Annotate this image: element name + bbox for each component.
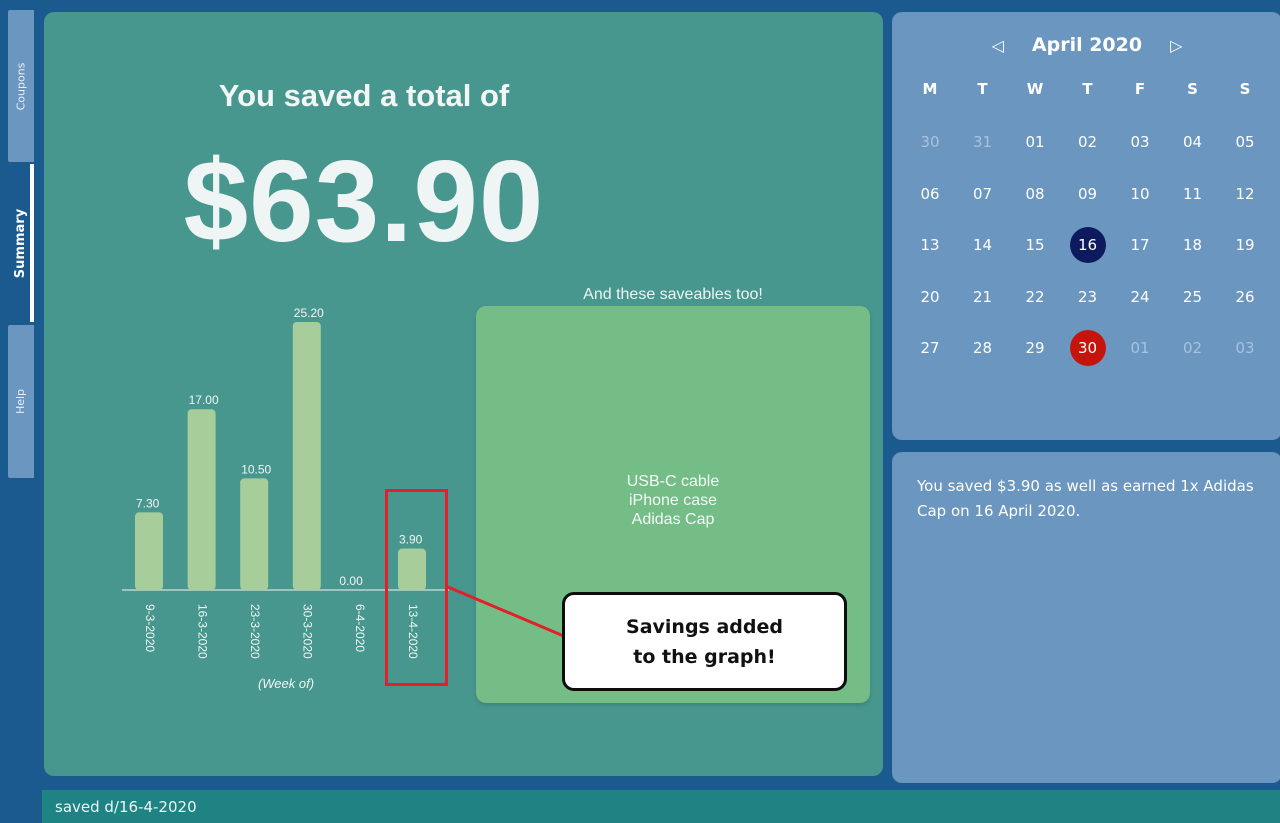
chart-value-label: 7.30	[136, 496, 160, 510]
details-panel: You saved $3.90 as well as earned 1x Adi…	[892, 452, 1280, 783]
calendar-day[interactable]: 07	[965, 176, 1001, 212]
calendar-day[interactable]: 03	[1227, 330, 1263, 366]
calendar-day[interactable]: 01	[1017, 124, 1053, 160]
calendar-day[interactable]: 06	[912, 176, 948, 212]
calendar-day[interactable]: 30	[1069, 330, 1106, 366]
weekday-label: F	[1134, 80, 1146, 98]
calendar-day[interactable]: 22	[1017, 279, 1053, 315]
calendar-day[interactable]: 25	[1175, 279, 1211, 315]
calendar-day[interactable]: 19	[1227, 227, 1263, 263]
calendar-day[interactable]: 18	[1175, 227, 1211, 263]
calendar-day[interactable]: 27	[912, 330, 948, 366]
calendar-day[interactable]: 12	[1227, 176, 1263, 212]
chart-tick-label: 16-3-2020	[195, 604, 209, 659]
callout-line-2: to the graph!	[633, 645, 776, 668]
calendar-day[interactable]: 01	[1122, 330, 1158, 366]
prev-month-icon[interactable]: ◁	[992, 36, 1004, 55]
weekday-label: S	[1187, 80, 1198, 98]
calendar-day[interactable]: 16	[1069, 227, 1106, 263]
calendar-day[interactable]: 20	[912, 279, 948, 315]
weekday-label: S	[1239, 80, 1251, 98]
calendar-day[interactable]: 31	[965, 124, 1001, 160]
callout-line-1: Savings added	[626, 615, 783, 638]
tab-help-label: Help	[14, 388, 28, 415]
calendar-day[interactable]: 02	[1070, 124, 1106, 160]
saveables-list: USB-C cable iPhone case Adidas Cap	[476, 472, 870, 529]
chart-bar	[292, 322, 321, 590]
calendar-day[interactable]: 15	[1017, 227, 1053, 263]
weekday-label: T	[1082, 80, 1093, 98]
calendar-day[interactable]: 17	[1122, 227, 1158, 263]
chart-tick-label: 9-3-2020	[143, 604, 157, 652]
saveable-item: USB-C cable	[626, 473, 720, 490]
weekday-label: M	[922, 80, 938, 98]
calendar-header: ◁ April 2020 ▷	[892, 32, 1280, 58]
chart-value-label: 0.00	[339, 574, 363, 588]
calendar-day[interactable]: 11	[1175, 176, 1211, 212]
saveable-item: Adidas Cap	[631, 511, 715, 528]
chart-bar	[187, 409, 216, 590]
chart-tick-label: 23-3-2020	[248, 604, 262, 659]
next-month-icon[interactable]: ▷	[1170, 36, 1182, 55]
calendar-day[interactable]: 04	[1175, 124, 1211, 160]
chart-value-label: 17.00	[189, 393, 219, 407]
chart-tick-label: 30-3-2020	[301, 604, 315, 659]
calendar-day[interactable]: 30	[912, 124, 948, 160]
calendar-day[interactable]: 03	[1122, 124, 1158, 160]
calendar-day[interactable]: 24	[1122, 279, 1158, 315]
side-tab-bar: Coupons Summary Help	[8, 10, 34, 480]
callout-note: Savings added to the graph!	[562, 592, 847, 691]
calendar-day[interactable]: 10	[1122, 176, 1158, 212]
calendar-day[interactable]: 02	[1175, 330, 1211, 366]
calendar-day[interactable]: 05	[1227, 124, 1263, 160]
calendar-day[interactable]: 26	[1227, 279, 1263, 315]
calendar-day[interactable]: 08	[1017, 176, 1053, 212]
chart-value-label: 25.20	[294, 306, 324, 320]
chart-bar	[135, 512, 163, 590]
weekday-label: T	[977, 80, 988, 98]
saveable-item: iPhone case	[628, 492, 718, 509]
savings-detail-text: You saved $3.90 as well as earned 1x Adi…	[917, 477, 1254, 520]
chart-x-axis-label: (Week of)	[258, 676, 314, 691]
calendar-day[interactable]: 29	[1017, 330, 1053, 366]
tab-help[interactable]: Help	[8, 325, 34, 478]
calendar-day[interactable]: 28	[965, 330, 1001, 366]
calendar-day[interactable]: 21	[965, 279, 1001, 315]
chart-tick-label: 6-4-2020	[353, 604, 367, 652]
calendar-day[interactable]: 23	[1070, 279, 1106, 315]
calendar-day[interactable]: 09	[1070, 176, 1106, 212]
tab-coupons[interactable]: Coupons	[8, 10, 34, 162]
saveables-title: And these saveables too!	[583, 286, 763, 303]
calendar-panel: ◁ April 2020 ▷ M T W T F S S 30 31 01 02 03 04 05 06 07…	[892, 12, 1280, 440]
command-bar	[42, 790, 1280, 823]
tab-summary[interactable]: Summary	[8, 164, 34, 322]
calendar-month-title: April 2020	[1031, 34, 1143, 56]
calendar-day[interactable]: 13	[912, 227, 948, 263]
chart-bar	[240, 478, 269, 590]
chart-value-label: 10.50	[241, 462, 271, 476]
weekday-label: W	[1026, 80, 1044, 98]
command-input[interactable]	[55, 797, 1280, 816]
tab-coupons-label: Coupons	[14, 62, 28, 110]
highlight-box	[385, 489, 448, 686]
calendar-day[interactable]: 14	[965, 227, 1001, 263]
tab-summary-label: Summary	[13, 208, 29, 278]
